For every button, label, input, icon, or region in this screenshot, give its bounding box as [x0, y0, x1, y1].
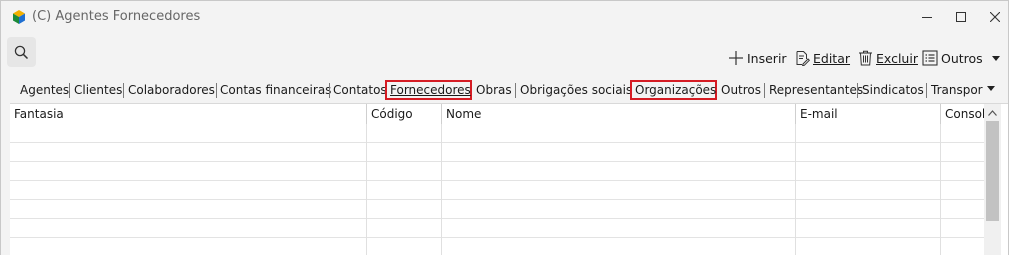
- chevron-down-icon: [991, 55, 1000, 61]
- app-icon: [13, 10, 25, 24]
- search-icon: [14, 45, 29, 59]
- tabs-overflow-chevron-icon[interactable]: [987, 86, 995, 91]
- table-cell[interactable]: [796, 162, 941, 181]
- table-cell[interactable]: [796, 143, 941, 162]
- chevron-up-icon: [988, 109, 997, 116]
- table-row[interactable]: [10, 238, 984, 255]
- table-cell[interactable]: [796, 200, 941, 219]
- window-title: (C) Agentes Fornecedores: [32, 9, 201, 24]
- tab-sindicatos[interactable]: Sindicatos: [859, 80, 927, 100]
- table-cell[interactable]: [10, 124, 367, 143]
- excluir-button[interactable]: Excluir: [858, 50, 918, 66]
- tab-transportadoras[interactable]: Transpor: [928, 80, 984, 100]
- inserir-button[interactable]: Inserir: [728, 50, 787, 66]
- maximize-icon: [956, 12, 966, 22]
- data-grid: Fantasia Código Nome E-mail Consol: [10, 103, 1008, 255]
- tab-fornecedores[interactable]: Fornecedores: [385, 80, 472, 100]
- grid-body: [10, 124, 984, 255]
- tab-colaboradores[interactable]: Colaboradores: [125, 80, 218, 100]
- table-cell[interactable]: [442, 162, 796, 181]
- search-button[interactable]: [7, 37, 36, 67]
- table-row[interactable]: [10, 200, 984, 219]
- outros-menu-button[interactable]: Outros: [922, 50, 1000, 66]
- tab-contatos[interactable]: Contatos: [330, 80, 390, 100]
- tab-clientes[interactable]: Clientes: [71, 80, 125, 100]
- table-row[interactable]: [10, 181, 984, 200]
- table-cell[interactable]: [796, 238, 941, 255]
- table-cell[interactable]: [10, 219, 367, 238]
- app-window: (C) Agentes Fornecedores Inserir Editar …: [0, 0, 1009, 255]
- tab-separator: [764, 83, 765, 98]
- column-header-fantasia[interactable]: Fantasia: [10, 104, 367, 124]
- table-cell[interactable]: [10, 238, 367, 255]
- tab-representantes[interactable]: Representantes: [766, 80, 866, 100]
- table-cell[interactable]: [367, 181, 442, 200]
- editar-label: Editar: [813, 50, 851, 66]
- table-cell[interactable]: [367, 143, 442, 162]
- outros-label: Outros: [941, 50, 983, 66]
- close-icon: [990, 12, 1000, 22]
- tab-obrigacoes-sociais[interactable]: Obrigações sociais: [517, 80, 635, 100]
- minimize-icon: [922, 16, 932, 18]
- column-header-codigo[interactable]: Código: [367, 104, 442, 124]
- tab-separator: [69, 83, 70, 98]
- tab-separator: [515, 83, 516, 98]
- tab-obras[interactable]: Obras: [473, 80, 515, 100]
- tab-separator: [857, 83, 858, 98]
- tab-contas-financeiras[interactable]: Contas financeiras: [217, 80, 334, 100]
- column-header-consolidacao[interactable]: Consol: [941, 104, 984, 124]
- tab-agentes[interactable]: Agentes: [17, 80, 72, 100]
- table-cell[interactable]: [367, 124, 442, 143]
- table-row[interactable]: [10, 143, 984, 162]
- trash-icon: [859, 50, 872, 66]
- tab-outros[interactable]: Outros: [718, 80, 764, 100]
- table-cell[interactable]: [10, 181, 367, 200]
- table-cell[interactable]: [796, 124, 941, 143]
- editar-button[interactable]: Editar: [794, 50, 850, 66]
- table-cell[interactable]: [367, 219, 442, 238]
- edit-document-icon: [796, 51, 810, 66]
- table-cell[interactable]: [10, 162, 367, 181]
- excluir-label: Excluir: [876, 50, 918, 66]
- title-bar: (C) Agentes Fornecedores: [1, 1, 1008, 33]
- table-row[interactable]: [10, 124, 984, 143]
- table-cell[interactable]: [442, 238, 796, 255]
- table-cell[interactable]: [796, 181, 941, 200]
- table-cell[interactable]: [10, 200, 367, 219]
- grid-header: Fantasia Código Nome E-mail Consol: [10, 104, 984, 124]
- column-header-email[interactable]: E-mail: [796, 104, 941, 124]
- table-row[interactable]: [10, 219, 984, 238]
- close-button[interactable]: [975, 3, 1008, 31]
- inserir-label: Inserir: [747, 50, 787, 66]
- table-cell[interactable]: [442, 219, 796, 238]
- table-cell[interactable]: [367, 200, 442, 219]
- table-cell[interactable]: [442, 143, 796, 162]
- plus-icon: [729, 51, 743, 65]
- tab-bar: Agentes Clientes Colaboradores Contas fi…: [13, 80, 993, 100]
- table-cell[interactable]: [442, 124, 796, 143]
- tab-separator: [123, 83, 124, 98]
- scroll-up-button[interactable]: [984, 104, 1001, 121]
- column-header-nome[interactable]: Nome: [442, 104, 796, 124]
- table-cell[interactable]: [367, 238, 442, 255]
- table-cell[interactable]: [442, 200, 796, 219]
- table-cell[interactable]: [796, 219, 941, 238]
- scrollbar-thumb[interactable]: [986, 121, 999, 221]
- list-icon: [922, 50, 938, 66]
- tab-organizacoes[interactable]: Organizações: [630, 80, 717, 100]
- table-cell[interactable]: [10, 143, 367, 162]
- tab-separator: [926, 83, 927, 98]
- table-cell[interactable]: [367, 162, 442, 181]
- table-cell[interactable]: [442, 181, 796, 200]
- vertical-scrollbar[interactable]: [984, 104, 1001, 255]
- table-row[interactable]: [10, 162, 984, 181]
